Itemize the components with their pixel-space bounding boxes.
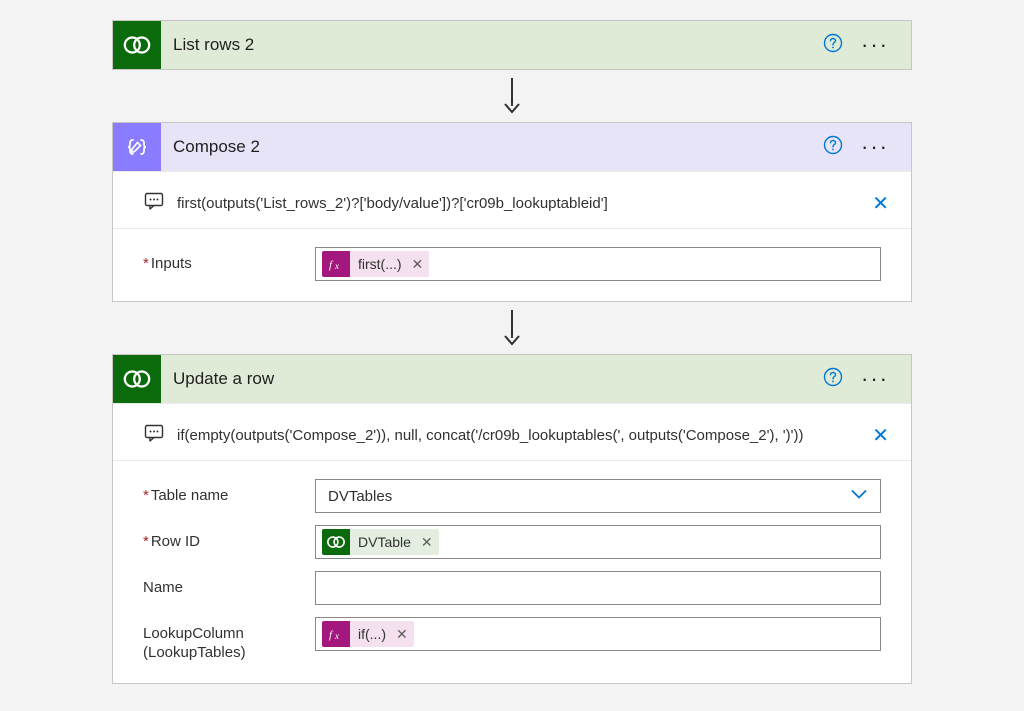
comment-row: first(outputs('List_rows_2')?['body/valu… [113,182,911,229]
dataverse-icon [322,529,350,555]
more-menu[interactable]: ··· [861,136,889,158]
token-expression[interactable]: fx first(...) ✕ [322,251,429,277]
token-label: DVTable [350,531,419,553]
flow-arrow [0,302,1024,354]
svg-text:f: f [329,629,334,641]
table-name-select[interactable]: DVTables [315,479,881,513]
step-title: List rows 2 [161,35,823,55]
comment-icon [143,190,165,216]
inputs-field[interactable]: fx first(...) ✕ [315,247,881,281]
field-label: Row ID [143,525,303,552]
svg-text:x: x [334,631,339,641]
fx-icon: fx [322,251,350,277]
dataverse-icon [113,21,161,69]
step-header[interactable]: List rows 2 ··· [113,21,911,69]
step-header[interactable]: Compose 2 ··· [113,123,911,171]
field-inputs: Inputs fx first(...) ✕ [113,241,911,287]
dataverse-icon [113,355,161,403]
field-label: Table name [143,479,303,506]
help-icon[interactable] [823,33,843,57]
step-list-rows: List rows 2 ··· [112,20,912,70]
step-title: Update a row [161,369,823,389]
field-name: Name [113,565,911,611]
field-label: Inputs [143,247,303,274]
svg-text:x: x [334,261,339,271]
field-label: LookupColumn (LookupTables) [143,617,303,663]
comment-row: if(empty(outputs('Compose_2')), null, co… [113,414,911,461]
lookup-field[interactable]: fx if(...) ✕ [315,617,881,651]
svg-text:f: f [329,259,334,271]
token-expression[interactable]: fx if(...) ✕ [322,621,414,647]
chevron-down-icon [850,488,868,505]
step-update-row: Update a row ··· if(empty(outputs('Compo… [112,354,912,684]
comment-text: first(outputs('List_rows_2')?['body/valu… [177,195,860,212]
close-icon[interactable]: ✕ [872,423,889,448]
step-compose: Compose 2 ··· first(outputs('List_rows_2… [112,122,912,302]
field-table-name: Table name DVTables [113,473,911,519]
remove-token-icon[interactable]: ✕ [419,534,439,551]
flow-arrow [0,70,1024,122]
token-label: first(...) [350,253,410,275]
close-icon[interactable]: ✕ [872,191,889,216]
more-menu[interactable]: ··· [861,368,889,390]
select-value: DVTables [328,488,392,505]
remove-token-icon[interactable]: ✕ [410,256,430,273]
field-row-id: Row ID DVTable ✕ [113,519,911,565]
help-icon[interactable] [823,135,843,159]
row-id-field[interactable]: DVTable ✕ [315,525,881,559]
comment-icon [143,422,165,448]
step-header[interactable]: Update a row ··· [113,355,911,403]
field-lookup-column: LookupColumn (LookupTables) fx if(...) ✕ [113,611,911,669]
help-icon[interactable] [823,367,843,391]
compose-icon [113,123,161,171]
fx-icon: fx [322,621,350,647]
token-label: if(...) [350,623,394,645]
remove-token-icon[interactable]: ✕ [394,626,414,643]
comment-text: if(empty(outputs('Compose_2')), null, co… [177,427,860,444]
field-label: Name [143,571,303,598]
name-field[interactable] [315,571,881,605]
more-menu[interactable]: ··· [861,34,889,56]
token-dataverse[interactable]: DVTable ✕ [322,529,439,555]
step-title: Compose 2 [161,137,823,157]
